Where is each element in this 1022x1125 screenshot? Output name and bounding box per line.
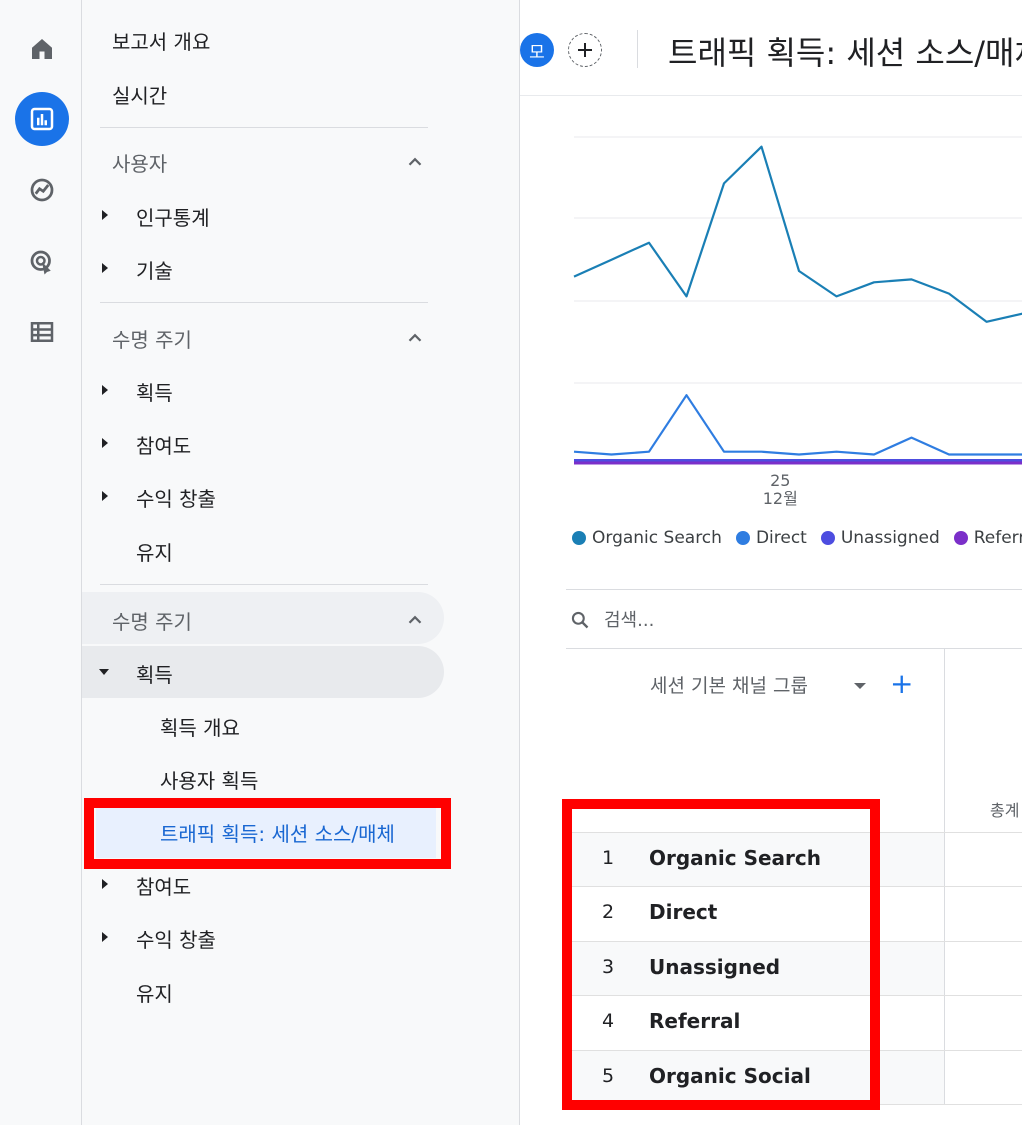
series-line-organic-search <box>573 145 1022 323</box>
legend-dot-icon <box>572 531 586 545</box>
page-title: 트래픽 획득: 세션 소스/매체 <box>668 34 1022 72</box>
expand-arrow-icon[interactable] <box>102 491 108 501</box>
nav-acquisition-expanded[interactable]: 획득 <box>136 659 173 688</box>
expand-arrow-icon[interactable] <box>102 879 108 889</box>
reports-icon[interactable] <box>15 92 69 146</box>
nav-retention[interactable]: 유지 <box>136 537 173 566</box>
toolbar-divider <box>637 30 638 68</box>
top-bar: 모 트래픽 획득: 세션 소스/매체 <box>520 0 1022 96</box>
analytics-app: 보고서 개요 실시간 사용자 인구통계 기술 수명 주기 획득 참여도 수익 창… <box>0 0 1022 1125</box>
explore-icon[interactable] <box>15 163 69 217</box>
table-search-row <box>566 589 1022 649</box>
nav-divider <box>100 584 428 585</box>
nav-acquisition-overview[interactable]: 획득 개요 <box>160 712 240 741</box>
nav-demographics[interactable]: 인구통계 <box>136 202 210 231</box>
nav-retention[interactable]: 유지 <box>136 978 173 1007</box>
expand-arrow-icon[interactable] <box>102 263 108 273</box>
legend-label: Referral <box>973 528 1022 548</box>
nav-section-lifecycle[interactable]: 수명 주기 <box>112 606 192 635</box>
legend-dot-icon <box>820 531 835 545</box>
traffic-line-chart: 2512월 <box>573 136 1022 508</box>
search-icon <box>571 611 589 629</box>
x-tick-label: 25 <box>770 471 790 490</box>
plus-icon <box>578 43 592 57</box>
nav-section-lifecycle[interactable]: 수명 주기 <box>112 324 192 353</box>
nav-monetization[interactable]: 수익 창출 <box>136 483 216 512</box>
chart-legend: Organic Search Direct Unassigned Referral <box>572 526 1022 550</box>
highlight-box-nav <box>84 798 451 869</box>
chevron-up-icon[interactable] <box>404 151 426 173</box>
nav-divider <box>100 127 428 128</box>
nav-report-overview[interactable]: 보고서 개요 <box>112 26 210 55</box>
nav-user-acquisition[interactable]: 사용자 획득 <box>160 765 258 794</box>
nav-section-user[interactable]: 사용자 <box>112 148 167 177</box>
report-nav-panel: 보고서 개요 실시간 사용자 인구통계 기술 수명 주기 획득 참여도 수익 창… <box>82 0 520 1125</box>
nav-divider <box>100 302 428 303</box>
highlight-box-table <box>562 799 880 1110</box>
legend-label: Direct <box>755 528 807 548</box>
dropdown-arrow-icon[interactable] <box>854 683 866 689</box>
main-content: 모 트래픽 획득: 세션 소스/매체 25 12월 Organic Search D… <box>520 0 1022 1125</box>
icon-rail <box>0 0 82 1125</box>
legend-item[interactable]: Unassigned <box>820 526 940 550</box>
x-tick-month-label: 12월 <box>763 489 798 508</box>
add-comparison-button[interactable] <box>568 33 602 67</box>
dimension-header[interactable]: 세션 기본 채널 그룹 <box>650 671 808 698</box>
nav-monetization[interactable]: 수익 창출 <box>136 924 216 953</box>
legend-dot-icon <box>735 531 750 545</box>
expand-arrow-icon[interactable] <box>102 385 108 395</box>
add-dimension-button[interactable]: + <box>890 667 913 700</box>
legend-item[interactable]: Referral <box>953 526 1022 550</box>
configure-list-icon[interactable] <box>15 305 69 359</box>
expand-arrow-icon[interactable] <box>102 932 108 942</box>
nav-engagement[interactable]: 참여도 <box>136 871 191 900</box>
expand-arrow-icon[interactable] <box>102 438 108 448</box>
legend-label: Organic Search <box>592 528 722 548</box>
chevron-up-icon[interactable] <box>404 327 426 349</box>
home-icon[interactable] <box>15 22 69 76</box>
advertising-icon[interactable] <box>15 235 69 289</box>
legend-label: Unassigned <box>840 528 940 548</box>
legend-item[interactable]: Organic Search <box>572 526 722 550</box>
nav-engagement[interactable]: 참여도 <box>136 430 191 459</box>
nav-tech[interactable]: 기술 <box>136 255 173 284</box>
comparison-avatar[interactable]: 모 <box>520 33 554 67</box>
series-line-direct <box>573 394 1022 456</box>
search-input[interactable] <box>604 604 984 636</box>
total-label: 총계 <box>990 801 1020 820</box>
legend-item[interactable]: Direct <box>735 526 807 550</box>
legend-dot-icon <box>953 531 968 545</box>
collapse-arrow-icon[interactable] <box>99 669 109 675</box>
nav-acquisition[interactable]: 획득 <box>136 377 173 406</box>
chevron-up-icon[interactable] <box>404 609 426 631</box>
nav-realtime[interactable]: 실시간 <box>112 80 167 109</box>
expand-arrow-icon[interactable] <box>102 210 108 220</box>
